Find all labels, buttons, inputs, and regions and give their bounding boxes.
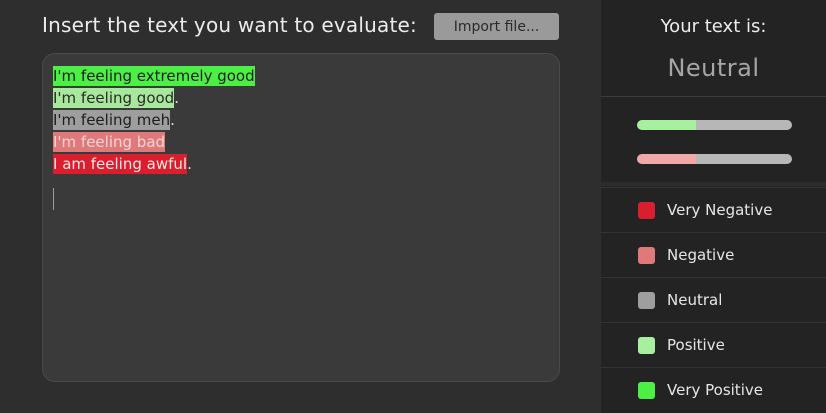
highlighted-phrase: I'm feeling bad — [53, 132, 166, 152]
result-value: Neutral — [667, 54, 760, 82]
positive-score-fill — [637, 120, 696, 130]
editor-line: I'm feeling extremely good — [53, 65, 549, 87]
legend-label: Positive — [667, 336, 725, 354]
positive-score-bar — [637, 120, 792, 130]
negative-score-fill — [637, 154, 696, 164]
highlighted-phrase: I'm feeling good — [53, 88, 175, 108]
legend-positive: Positive — [601, 322, 826, 367]
divider — [601, 182, 826, 186]
page-title: Insert the text you want to evaluate: — [42, 13, 417, 37]
neutral-swatch — [638, 291, 655, 309]
legend-neutral: Neutral — [601, 277, 826, 322]
editor-line: I'm feeling meh. — [53, 109, 549, 131]
legend-label: Neutral — [667, 291, 723, 309]
positive-swatch — [638, 336, 655, 354]
line-suffix: . — [174, 89, 179, 107]
legend-very-positive: Very Positive — [601, 367, 826, 412]
editor-panel: Insert the text you want to evaluate: Im… — [0, 0, 601, 413]
very-negative-swatch — [638, 201, 655, 219]
negative-score-bar — [637, 154, 792, 164]
divider — [601, 96, 826, 97]
result-label: Your text is: — [660, 16, 767, 37]
result-panel: Your text is: Neutral Very Negative Nega… — [601, 0, 826, 413]
legend-label: Very Negative — [667, 201, 773, 219]
legend-negative: Negative — [601, 232, 826, 277]
editor-line: I'm feeling bad — [53, 131, 549, 153]
very-positive-swatch — [638, 381, 655, 399]
legend-very-negative: Very Negative — [601, 187, 826, 232]
line-suffix: . — [170, 111, 175, 129]
editor-line: I'm feeling good. — [53, 87, 549, 109]
negative-swatch — [638, 246, 655, 264]
import-file-button[interactable]: Import file... — [434, 13, 559, 40]
text-cursor — [53, 188, 54, 210]
legend-label: Negative — [667, 246, 735, 264]
line-suffix: . — [187, 155, 192, 173]
text-editor[interactable]: I'm feeling extremely good I'm feeling g… — [42, 53, 560, 382]
legend-label: Very Positive — [667, 381, 763, 399]
highlighted-phrase: I am feeling awful — [53, 154, 188, 174]
highlighted-phrase: I'm feeling meh — [53, 110, 171, 130]
editor-line: I am feeling awful. — [53, 153, 549, 175]
highlighted-phrase: I'm feeling extremely good — [53, 66, 255, 86]
